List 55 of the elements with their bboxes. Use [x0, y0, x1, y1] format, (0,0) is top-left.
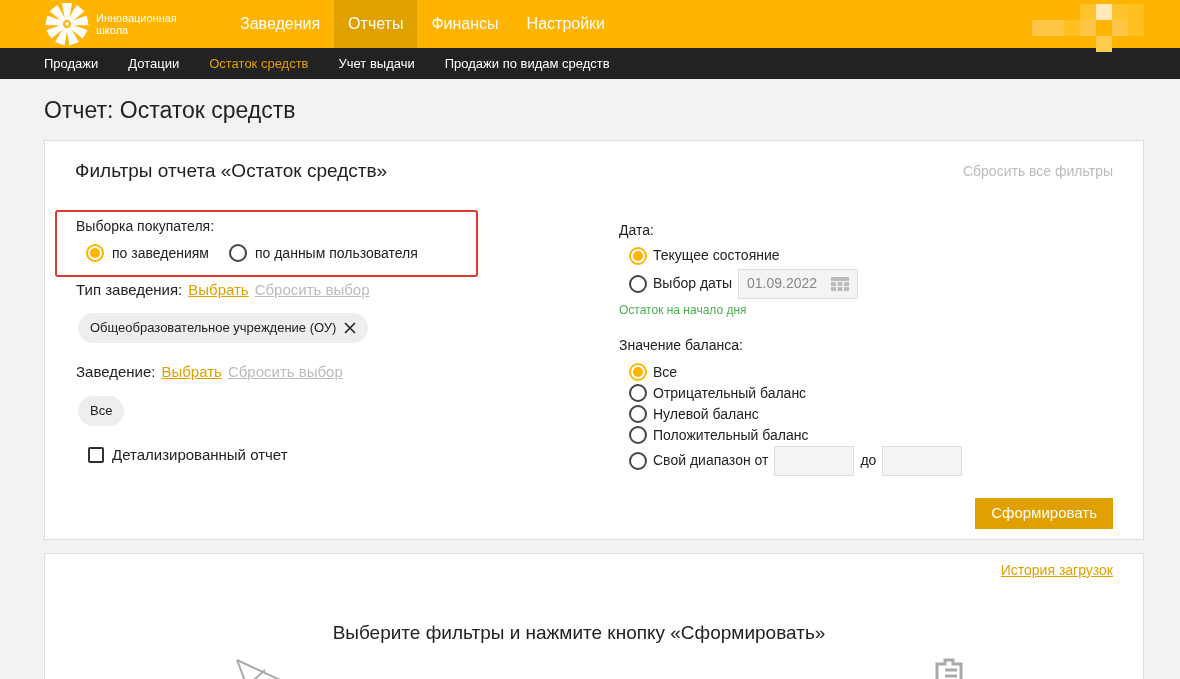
history-link[interactable]: История загрузок: [1000, 560, 1113, 581]
checkbox-label: Детализированный отчет: [112, 444, 288, 465]
radio-button[interactable]: [629, 246, 647, 265]
radio-label: Все: [653, 362, 678, 382]
radio-button[interactable]: [629, 426, 647, 444]
nav-tab[interactable]: Отчеты: [334, 0, 418, 48]
subnav-tab[interactable]: Учет выдачи: [338, 53, 415, 74]
radio-button[interactable]: [629, 384, 647, 402]
radio-button[interactable]: [86, 244, 104, 262]
radio-label: Отрицательный баланс: [653, 383, 807, 403]
filter-chip[interactable]: Общеобразовательное учреждение (ОУ): [78, 313, 369, 343]
date-field[interactable]: 01.09.2022: [738, 268, 858, 299]
reset-all-link[interactable]: Сбросить все фильтры: [962, 160, 1113, 182]
field-label: Тип заведения:: [76, 279, 183, 300]
checkbox[interactable]: [88, 446, 104, 463]
clipboard-icon: [935, 657, 963, 679]
empty-state-message: Выберите фильтры и нажмите кнопку «Сформировать»: [332, 621, 826, 645]
field-label: Значение баланса:: [619, 335, 744, 355]
subnav-tab[interactable]: Продажи по видам средств: [444, 53, 610, 74]
logo-text: Инновационная школа: [96, 12, 177, 36]
radio-label: Свой диапазон от: [653, 451, 769, 470]
radio-label: Положительный баланс: [653, 425, 809, 445]
nav-tab[interactable]: Настройки: [512, 0, 620, 48]
subnav-tab[interactable]: Продажи: [44, 53, 99, 74]
radio-button[interactable]: [629, 363, 647, 381]
reset-selection-link[interactable]: Сбросить выбор: [227, 361, 343, 384]
radio-button[interactable]: [629, 274, 647, 293]
field-label: Заведение:: [76, 362, 156, 382]
hint-text: Остаток на начало дня: [619, 301, 748, 319]
nav-tab[interactable]: Финансы: [417, 0, 513, 48]
radio-label: Нулевой баланс: [653, 404, 759, 424]
radio-button[interactable]: [629, 405, 647, 423]
field-label: Выборка покупателя:: [76, 216, 216, 236]
radio-button[interactable]: [228, 244, 247, 262]
filter-chip[interactable]: Все: [78, 395, 125, 426]
range-from-field[interactable]: [774, 445, 855, 476]
page-title: Отчет: Остаток средств: [44, 96, 297, 125]
subnav-tab[interactable]: Остаток средств: [209, 53, 309, 74]
choose-link[interactable]: Выбрать: [188, 278, 249, 301]
reset-selection-link[interactable]: Сбросить выбор: [254, 278, 370, 301]
radio-label: по данным пользователя: [254, 243, 418, 263]
subnav-tab[interactable]: Дотации: [128, 53, 180, 74]
range-separator: до: [860, 451, 877, 470]
radio-label: по заведениям: [112, 243, 209, 263]
close-icon[interactable]: [344, 322, 357, 334]
field-label: Дата:: [619, 220, 655, 240]
range-to-field[interactable]: [882, 445, 963, 476]
generate-button[interactable]: Сформировать: [975, 497, 1113, 529]
radio-label: Текущее состояние: [653, 246, 780, 265]
filters-title: Фильтры отчета «Остаток средств»: [75, 159, 388, 183]
nav-tab[interactable]: Заведения: [226, 0, 335, 48]
radio-label: Выбор даты: [653, 274, 732, 293]
radio-button[interactable]: [629, 451, 647, 470]
choose-link[interactable]: Выбрать: [161, 361, 222, 384]
logo-icon: [44, 1, 90, 47]
